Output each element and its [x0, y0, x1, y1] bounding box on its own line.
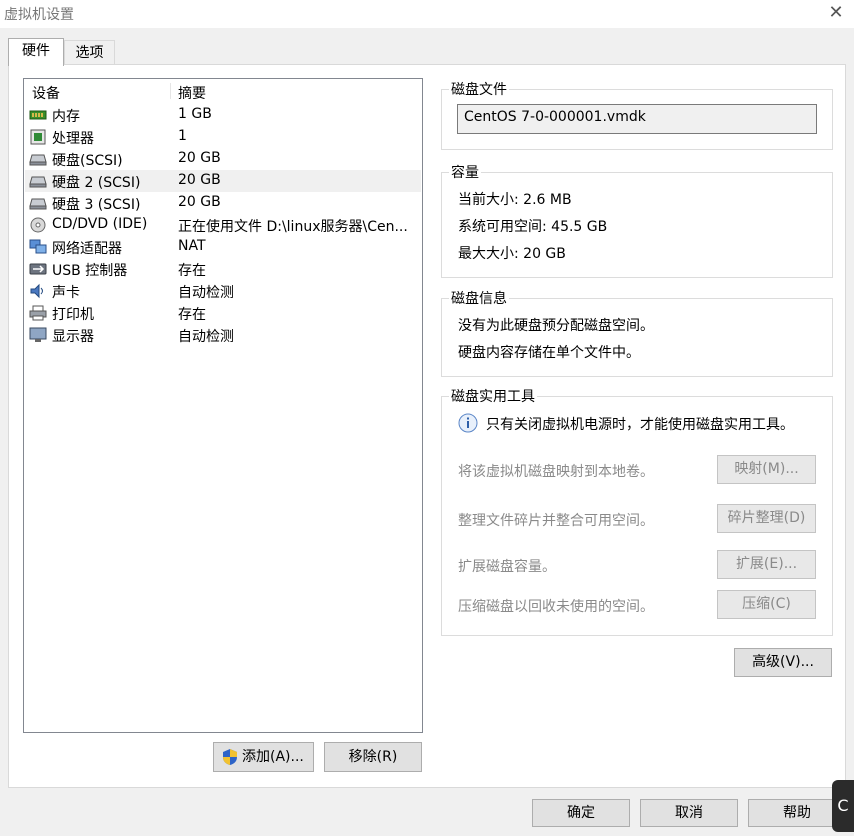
tab-options[interactable]: 选项: [64, 40, 115, 66]
compact-button[interactable]: 压缩(C): [717, 590, 816, 619]
defrag-description: 整理文件碎片并整合可用空间。: [458, 513, 654, 529]
device-name: 硬盘 3 (SCSI): [52, 197, 141, 213]
device-name: 声卡: [52, 285, 80, 301]
device-name: 硬盘 2 (SCSI): [52, 175, 141, 191]
map-button[interactable]: 映射(M)...: [717, 455, 816, 484]
hard-disk-icon: [29, 198, 47, 210]
device-row-sound-card[interactable]: 声卡 自动检测: [25, 280, 421, 302]
device-row-processor[interactable]: 处理器 1: [25, 126, 421, 148]
device-name: 打印机: [52, 307, 94, 323]
ok-button[interactable]: 确定: [532, 799, 630, 827]
column-header-summary[interactable]: 摘要: [178, 83, 206, 103]
device-row-network-adapter[interactable]: 网络适配器 NAT: [25, 236, 421, 258]
add-device-button[interactable]: 添加(A)...: [213, 742, 314, 772]
device-summary: 1: [178, 128, 187, 144]
hard-disk-icon: [29, 154, 47, 166]
network-adapter-icon: [29, 239, 47, 254]
device-summary: 20 GB: [178, 172, 221, 188]
disk-info-label: 磁盘信息: [449, 288, 509, 308]
device-summary: 正在使用文件 D:\linux服务器\Cen...: [178, 219, 408, 235]
device-summary: 存在: [178, 307, 206, 323]
device-list[interactable]: 设备 摘要 内存 1 GB 处理器 1 硬盘(SCSI) 20 GB 硬盘 2 …: [23, 78, 423, 733]
sound-card-icon: [30, 283, 43, 299]
device-summary: NAT: [178, 238, 206, 254]
capacity-label: 容量: [449, 162, 481, 182]
available-space: 系统可用空间: 45.5 GB: [458, 219, 608, 235]
device-summary: 20 GB: [178, 150, 221, 166]
device-name: 处理器: [52, 131, 94, 147]
column-separator[interactable]: [170, 83, 171, 99]
map-description: 将该虚拟机磁盘映射到本地卷。: [458, 464, 654, 480]
disk-info-line-2: 硬盘内容存储在单个文件中。: [458, 345, 640, 361]
usb-icon: [29, 263, 47, 275]
max-size: 最大大小: 20 GB: [458, 246, 566, 262]
current-size: 当前大小: 2.6 MB: [458, 192, 572, 208]
close-icon[interactable]: ✕: [826, 2, 846, 24]
device-summary: 自动检测: [178, 329, 234, 345]
disk-utilities-label: 磁盘实用工具: [449, 386, 537, 406]
device-summary: 自动检测: [178, 285, 234, 301]
disk-file-label: 磁盘文件: [449, 79, 509, 99]
printer-icon: [29, 305, 47, 321]
device-name: 硬盘(SCSI): [52, 153, 123, 169]
shield-icon: [223, 749, 237, 765]
hard-disk-icon: [29, 176, 47, 188]
device-row-display[interactable]: 显示器 自动检测: [25, 324, 421, 346]
device-row-usb-controller[interactable]: USB 控制器 存在: [25, 258, 421, 280]
compact-description: 压缩磁盘以回收未使用的空间。: [458, 599, 654, 615]
device-row-hard-disk-3[interactable]: 硬盘 3 (SCSI) 20 GB: [25, 192, 421, 214]
expand-description: 扩展磁盘容量。: [458, 559, 556, 575]
device-name: 显示器: [52, 329, 94, 345]
disk-info-group: [441, 298, 833, 377]
tab-hardware[interactable]: 硬件: [8, 38, 64, 66]
device-name: 网络适配器: [52, 241, 122, 257]
device-row-hard-disk-2[interactable]: 硬盘 2 (SCSI) 20 GB: [25, 170, 421, 192]
device-summary: 20 GB: [178, 194, 221, 210]
memory-icon: [29, 110, 47, 120]
disk-file-field[interactable]: CentOS 7-0-000001.vmdk: [457, 104, 817, 134]
device-row-memory[interactable]: 内存 1 GB: [25, 104, 421, 126]
window-title: 虚拟机设置: [4, 7, 74, 23]
title-bar: 虚拟机设置 ✕: [0, 0, 854, 28]
device-name: 内存: [52, 109, 80, 125]
device-row-cd-dvd[interactable]: CD/DVD (IDE) 正在使用文件 D:\linux服务器\Cen...: [25, 214, 421, 236]
device-name: CD/DVD (IDE): [52, 216, 148, 232]
device-summary: 1 GB: [178, 106, 212, 122]
device-row-printer[interactable]: 打印机 存在: [25, 302, 421, 324]
cd-dvd-icon: [30, 217, 46, 233]
defragment-button[interactable]: 碎片整理(D): [717, 504, 816, 533]
device-name: USB 控制器: [52, 263, 128, 279]
cancel-button[interactable]: 取消: [640, 799, 738, 827]
list-header: 设备 摘要: [24, 79, 422, 103]
remove-device-button[interactable]: 移除(R): [324, 742, 422, 772]
advanced-button[interactable]: 高级(V)...: [734, 648, 832, 677]
overlay-widget[interactable]: C: [832, 780, 854, 832]
info-icon: [458, 413, 478, 433]
utilities-notice: 只有关闭虚拟机电源时，才能使用磁盘实用工具。: [486, 417, 794, 433]
disk-info-line-1: 没有为此硬盘预分配磁盘空间。: [458, 318, 654, 334]
add-button-label: 添加(A)...: [242, 749, 304, 765]
display-icon: [29, 327, 47, 342]
processor-icon: [30, 129, 46, 145]
expand-button[interactable]: 扩展(E)...: [717, 550, 816, 579]
device-row-hard-disk[interactable]: 硬盘(SCSI) 20 GB: [25, 148, 421, 170]
device-summary: 存在: [178, 263, 206, 279]
column-header-device[interactable]: 设备: [32, 83, 60, 103]
